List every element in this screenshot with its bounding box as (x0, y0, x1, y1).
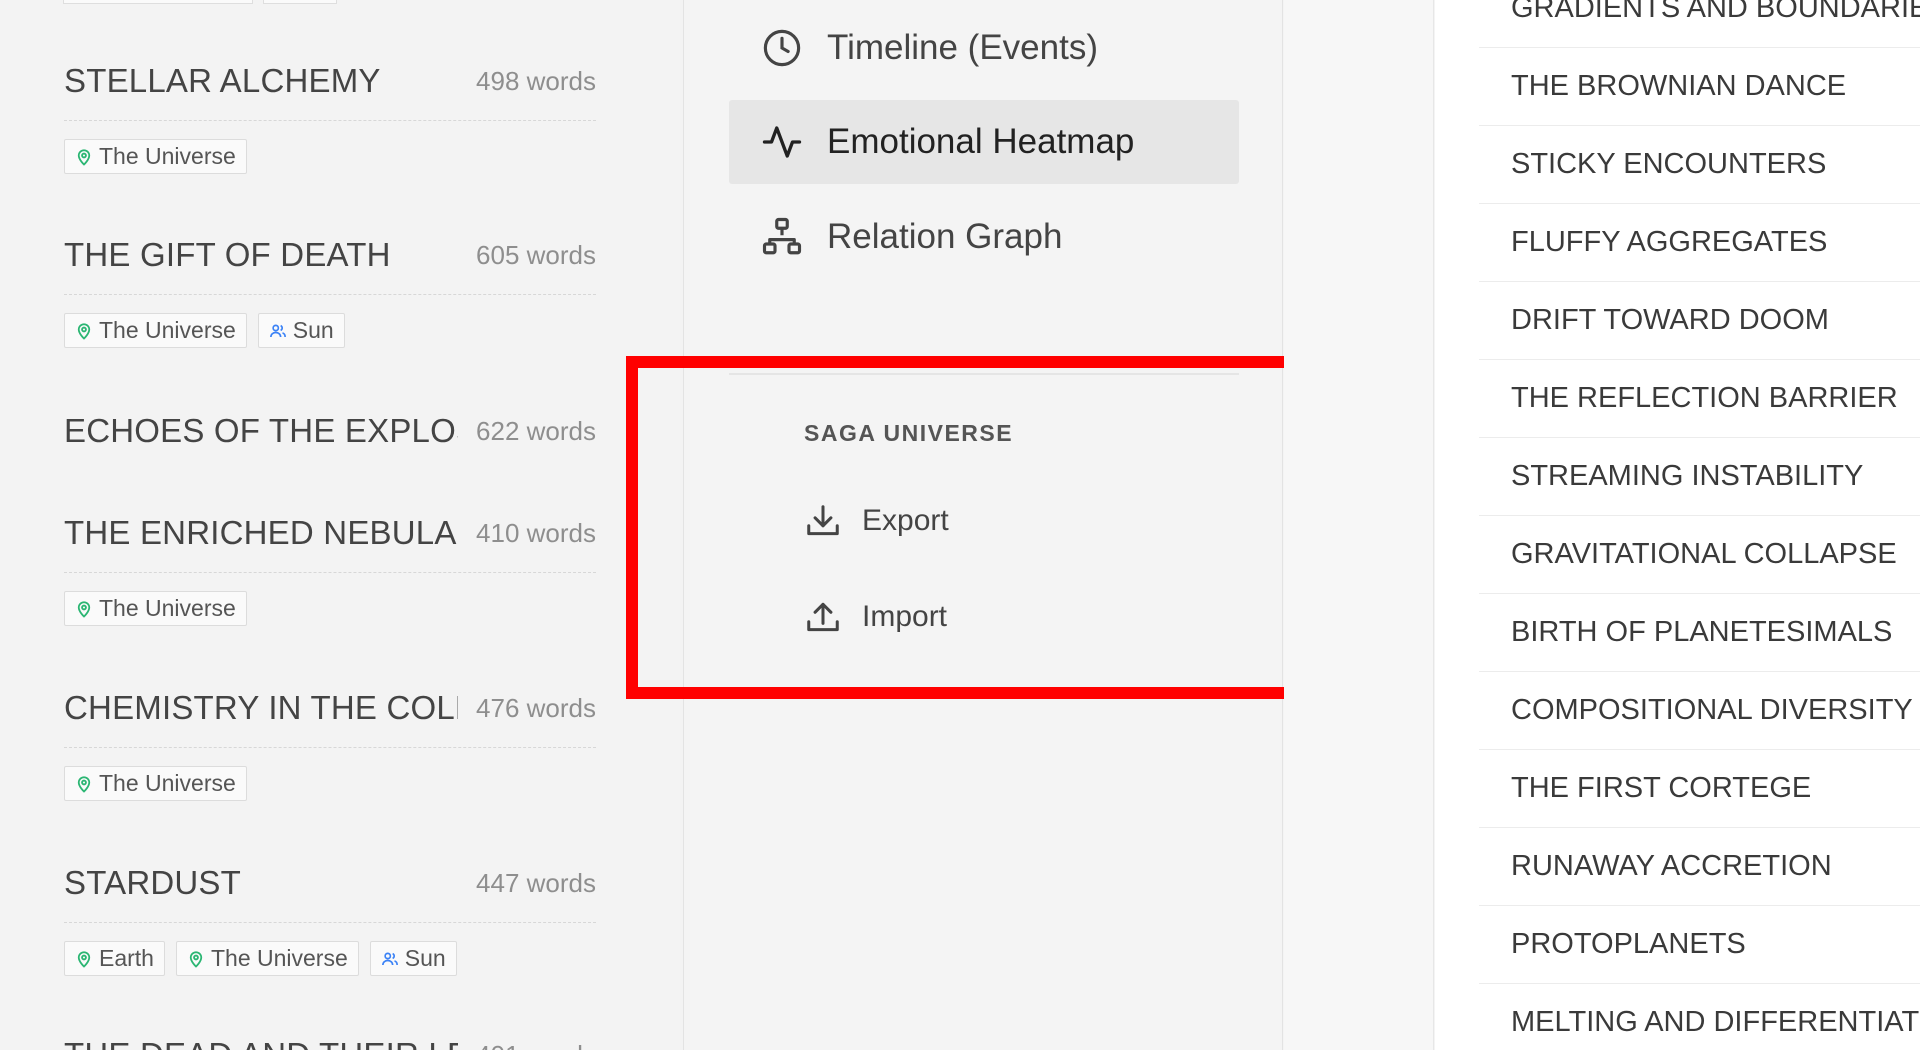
chapter-title[interactable]: CHEMISTRY IN THE COLD (64, 689, 458, 727)
chapter-title[interactable]: ECHOES OF THE EXPLOSION (64, 412, 458, 450)
outline-item[interactable]: GRADIENTS AND BOUNDARIES (1479, 0, 1920, 48)
chapter-title[interactable]: THE ENRICHED NEBULA (64, 514, 458, 552)
download-icon (807, 505, 839, 536)
chapter-divider (64, 572, 596, 573)
import-label: Import (862, 600, 948, 633)
outline-item[interactable]: THE REFLECTION BARRIER (1479, 360, 1920, 438)
tag-chip-location[interactable]: The Universe (64, 313, 247, 348)
tag-chip-location[interactable]: The Universe (175, 941, 359, 976)
chapter-card[interactable]: CHEMISTRY IN THE COLD 476 words The Univ… (64, 683, 596, 801)
chapter-word-count: 498 words (476, 65, 596, 96)
chapter-outline-panel: GRADIENTS AND BOUNDARIES THE BROWNIAN DA… (1435, 0, 1920, 1050)
chapter-card[interactable]: STELLAR ALCHEMY 498 words The Universe (64, 56, 596, 174)
nav-item-emotional-heatmap[interactable]: Emotional Heatmap (729, 100, 1239, 184)
chapter-divider (64, 120, 596, 121)
location-pin-icon (77, 322, 91, 340)
chapter-word-count: 447 words (476, 867, 596, 898)
outline-item[interactable]: FLUFFY AGGREGATES (1479, 204, 1920, 282)
nav-item-label: Emotional Heatmap (827, 122, 1135, 161)
chapter-title[interactable]: STELLAR ALCHEMY (64, 62, 458, 100)
chapter-word-count: 622 words (476, 415, 596, 446)
tag-label: The Universe (99, 143, 236, 169)
outline-item[interactable]: BIRTH OF PLANETESIMALS (1479, 594, 1920, 672)
nav-item-label: Timeline (Events) (827, 28, 1098, 67)
outline-item[interactable]: COMPOSITIONAL DIVERSITY (1479, 672, 1920, 750)
nav-item-timeline[interactable]: Timeline (Events) (729, 6, 1239, 90)
outline-item[interactable]: MELTING AND DIFFERENTIATION (1479, 984, 1920, 1050)
tag-label: The Universe (99, 317, 236, 343)
outline-item[interactable]: PROTOPLANETS (1479, 906, 1920, 984)
chapter-card[interactable]: THE DEAD AND THEIR LEGACY 401 words (64, 1030, 596, 1050)
chapter-word-count: 410 words (476, 517, 596, 548)
location-pin-icon (77, 148, 91, 166)
outline-item[interactable]: RUNAWAY ACCRETION (1479, 828, 1920, 906)
section-divider (729, 373, 1239, 375)
location-pin-icon (77, 600, 91, 618)
navigation-panel: Timeline (Events) Emotional Heatmap Rela… (683, 0, 1283, 1050)
clock-icon (763, 29, 801, 67)
chapter-title[interactable]: THE DEAD AND THEIR LEGACY (64, 1036, 458, 1050)
tag-chip-partial (263, 0, 337, 4)
import-button[interactable]: Import (804, 587, 947, 647)
chapter-divider (64, 294, 596, 295)
tag-chip-character[interactable]: Sun (257, 313, 345, 348)
outline-item[interactable]: STREAMING INSTABILITY (1479, 438, 1920, 516)
chapter-card[interactable]: THE ENRICHED NEBULA 410 words The Univer… (64, 508, 596, 626)
outline-list: GRADIENTS AND BOUNDARIES THE BROWNIAN DA… (1479, 0, 1920, 1050)
tag-label: The Universe (99, 770, 236, 796)
chapter-word-count: 401 words (476, 1040, 596, 1050)
upload-icon (807, 602, 839, 632)
location-pin-icon (189, 950, 203, 968)
panel-gutter (1284, 0, 1434, 1050)
section-title: SAGA UNIVERSE (804, 420, 1014, 446)
activity-icon (762, 126, 802, 158)
chapter-word-count: 476 words (476, 692, 596, 723)
location-pin-icon (77, 950, 91, 968)
chapter-divider (64, 922, 596, 923)
chapter-list-panel: STELLAR ALCHEMY 498 words The Universe T… (0, 0, 683, 1050)
chapter-divider (64, 747, 596, 748)
tag-label: Earth (99, 945, 154, 971)
tag-chip-location[interactable]: Earth (64, 941, 165, 976)
location-pin-icon (77, 775, 91, 793)
nav-item-label: Relation Graph (827, 217, 1063, 256)
chapter-card[interactable]: THE GIFT OF DEATH 605 words The Universe… (64, 230, 596, 348)
chapter-card[interactable]: STARDUST 447 words Earth The Universe Su… (64, 858, 596, 976)
sitemap-icon (762, 217, 802, 255)
export-label: Export (862, 504, 949, 537)
users-icon (381, 952, 398, 965)
chapter-card[interactable]: ECHOES OF THE EXPLOSION 622 words (64, 406, 596, 456)
tag-chip-partial (63, 0, 253, 4)
chapter-title[interactable]: THE GIFT OF DEATH (64, 236, 458, 274)
outline-item[interactable]: DRIFT TOWARD DOOM (1479, 282, 1920, 360)
tag-label: Sun (404, 945, 446, 971)
tag-chip-location[interactable]: The Universe (64, 139, 247, 174)
tag-label: Sun (292, 317, 334, 343)
tag-chip-location[interactable]: The Universe (64, 766, 247, 801)
tag-label: The Universe (210, 945, 348, 971)
outline-item[interactable]: THE FIRST CORTEGE (1479, 750, 1920, 828)
export-button[interactable]: Export (804, 491, 949, 551)
outline-item[interactable]: STICKY ENCOUNTERS (1479, 126, 1920, 204)
users-icon (269, 324, 286, 337)
outline-item[interactable]: THE BROWNIAN DANCE (1479, 48, 1920, 126)
outline-item[interactable]: GRAVITATIONAL COLLAPSE (1479, 516, 1920, 594)
tag-chip-location[interactable]: The Universe (64, 591, 247, 626)
tag-label: The Universe (99, 595, 236, 621)
tag-chip-character[interactable]: Sun (369, 941, 457, 976)
chapter-word-count: 605 words (476, 239, 596, 270)
nav-item-relation-graph[interactable]: Relation Graph (729, 195, 1239, 279)
chip-row-partial (63, 0, 337, 4)
chapter-title[interactable]: STARDUST (64, 864, 458, 902)
